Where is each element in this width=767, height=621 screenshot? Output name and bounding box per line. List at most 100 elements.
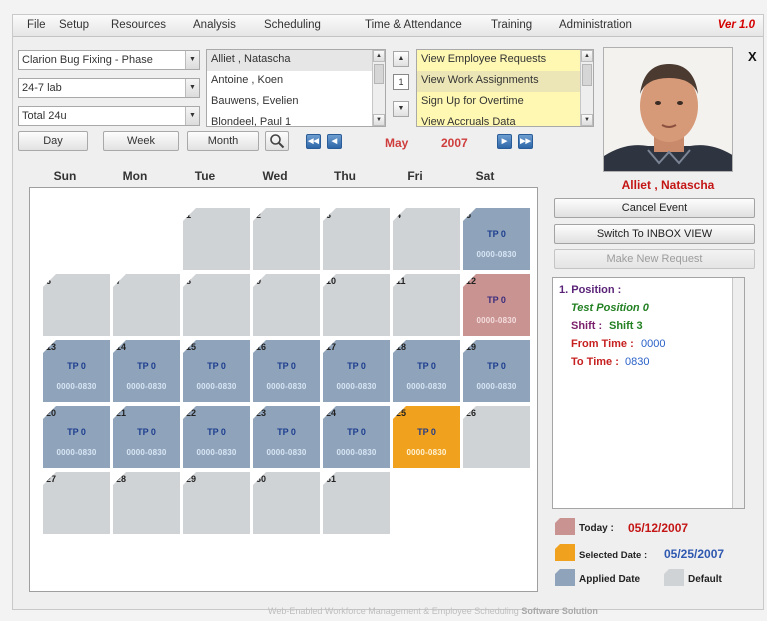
day-number: 29 xyxy=(186,474,197,484)
event-time: 0000-0830 xyxy=(266,448,307,457)
calendar-day-applied[interactable]: 18 TP 0 0000-0830 xyxy=(393,340,460,402)
menu-training[interactable]: Training xyxy=(491,19,532,31)
from-time-label: From Time : xyxy=(571,338,634,350)
action-item-view-requests[interactable]: View Employee Requests xyxy=(417,50,593,71)
calendar-day-applied[interactable]: 21 TP 0 0000-0830 xyxy=(113,406,180,468)
app-window: File Setup Resources Analysis Scheduling… xyxy=(12,14,764,610)
menu-scheduling[interactable]: Scheduling xyxy=(264,19,321,31)
calendar-day-applied[interactable]: 23 TP 0 0000-0830 xyxy=(253,406,320,468)
menu-time-attendance[interactable]: Time & Attendance xyxy=(365,19,462,31)
calendar-day-applied[interactable]: 15 TP 0 0000-0830 xyxy=(183,340,250,402)
search-button[interactable] xyxy=(265,131,289,151)
detail-scrollbar[interactable] xyxy=(732,278,744,508)
event-code: TP 0 xyxy=(207,361,226,371)
calendar-day[interactable]: 8 xyxy=(183,274,250,336)
scroll-up-icon[interactable]: ▲ xyxy=(581,50,593,62)
menu-administration[interactable]: Administration xyxy=(559,19,632,31)
project-select[interactable]: Clarion Bug Fixing - Phase ▼ xyxy=(18,50,200,70)
day-number: 4 xyxy=(396,210,402,220)
employee-list-item[interactable]: Alliet , Natascha xyxy=(207,50,385,71)
calendar-day[interactable]: 7 xyxy=(113,274,180,336)
prev-year-button[interactable]: ◀◀ xyxy=(306,134,321,149)
scroll-thumb[interactable] xyxy=(374,64,384,84)
legend-today-swatch xyxy=(555,518,575,535)
day-number: 7 xyxy=(116,276,122,286)
close-icon[interactable]: X xyxy=(748,49,757,64)
calendar-day-applied[interactable]: 17 TP 0 0000-0830 xyxy=(323,340,390,402)
next-month-button[interactable]: ▶ xyxy=(497,134,512,149)
shift-group-select[interactable]: Total 24u ▼ xyxy=(18,106,200,126)
menu-file[interactable]: File xyxy=(27,19,46,31)
spinner-value[interactable]: 1 xyxy=(393,74,409,90)
calendar-day[interactable]: 3 xyxy=(323,208,390,270)
chevron-down-icon[interactable]: ▼ xyxy=(185,51,199,69)
calendar-day-selected[interactable]: 25 TP 0 0000-0830 xyxy=(393,406,460,468)
cancel-event-button[interactable]: Cancel Event xyxy=(554,198,755,218)
event-code: TP 0 xyxy=(67,427,86,437)
calendar-day-applied[interactable]: 14 TP 0 0000-0830 xyxy=(113,340,180,402)
calendar-day[interactable]: 30 xyxy=(253,472,320,534)
day-number: 22 xyxy=(186,408,197,418)
calendar-day[interactable]: 9 xyxy=(253,274,320,336)
calendar-day-applied[interactable]: 16 TP 0 0000-0830 xyxy=(253,340,320,402)
employee-list-item[interactable]: Blondeel, Paul 1 xyxy=(207,113,385,126)
scroll-thumb[interactable] xyxy=(582,64,592,86)
month-calendar: 1 2 3 4 5 TP 0 0000-0830 6 7 8 9 10 11 12 TP 0 0000-083… xyxy=(29,187,538,592)
calendar-day-applied[interactable]: 24 TP 0 0000-0830 xyxy=(323,406,390,468)
event-code: TP 0 xyxy=(487,295,506,305)
calendar-day-applied[interactable]: 22 TP 0 0000-0830 xyxy=(183,406,250,468)
scroll-down-icon[interactable]: ▼ xyxy=(373,114,385,126)
calendar-day[interactable]: 6 xyxy=(43,274,110,336)
calendar-day-today[interactable]: 12 TP 0 0000-0830 xyxy=(463,274,530,336)
weekday-label: Fri xyxy=(407,169,423,183)
make-new-request-button[interactable]: Make New Request xyxy=(554,249,755,269)
event-time: 0000-0830 xyxy=(266,382,307,391)
spin-up-button[interactable]: ▲ xyxy=(393,51,409,67)
event-time: 0000-0830 xyxy=(476,316,517,325)
calendar-day[interactable]: 4 xyxy=(393,208,460,270)
calendar-day-applied[interactable]: 13 TP 0 0000-0830 xyxy=(43,340,110,402)
actions-list-scrollbar[interactable]: ▲ ▼ xyxy=(580,50,593,126)
calendar-day-applied[interactable]: 20 TP 0 0000-0830 xyxy=(43,406,110,468)
calendar-day[interactable]: 27 xyxy=(43,472,110,534)
next-year-button[interactable]: ▶▶ xyxy=(518,134,533,149)
chevron-down-icon[interactable]: ▼ xyxy=(185,107,199,125)
calendar-day[interactable]: 26 xyxy=(463,406,530,468)
switch-inbox-view-button[interactable]: Switch To INBOX VIEW xyxy=(554,224,755,244)
menu-setup[interactable]: Setup xyxy=(59,19,89,31)
project-select-value: Clarion Bug Fixing - Phase xyxy=(22,54,153,66)
prev-month-button[interactable]: ◀ xyxy=(327,134,342,149)
calendar-day[interactable]: 28 xyxy=(113,472,180,534)
legend-applied-swatch xyxy=(555,569,575,586)
chevron-down-icon[interactable]: ▼ xyxy=(185,79,199,97)
week-view-button[interactable]: Week xyxy=(103,131,179,151)
day-view-button[interactable]: Day xyxy=(18,131,88,151)
weekday-label: Tue xyxy=(194,169,216,183)
calendar-day[interactable]: 31 xyxy=(323,472,390,534)
employee-list-item[interactable]: Bauwens, Evelien xyxy=(207,92,385,113)
actions-list[interactable]: View Employee Requests View Work Assignm… xyxy=(416,49,594,127)
calendar-day-applied[interactable]: 19 TP 0 0000-0830 xyxy=(463,340,530,402)
calendar-day[interactable]: 11 xyxy=(393,274,460,336)
calendar-day[interactable]: 1 xyxy=(183,208,250,270)
scroll-up-icon[interactable]: ▲ xyxy=(373,50,385,62)
employee-list-scrollbar[interactable]: ▲ ▼ xyxy=(372,50,385,126)
month-view-button[interactable]: Month xyxy=(187,131,259,151)
employee-list[interactable]: Alliet , Natascha Antoine , Koen Bauwens… xyxy=(206,49,386,127)
event-code: TP 0 xyxy=(347,427,366,437)
month-label: May xyxy=(385,136,409,150)
scroll-down-icon[interactable]: ▼ xyxy=(581,114,593,126)
action-item-overtime[interactable]: Sign Up for Overtime xyxy=(417,92,593,113)
calendar-day[interactable]: 10 xyxy=(323,274,390,336)
location-select[interactable]: 24-7 lab ▼ xyxy=(18,78,200,98)
menu-analysis[interactable]: Analysis xyxy=(193,19,236,31)
employee-list-item[interactable]: Antoine , Koen xyxy=(207,71,385,92)
calendar-day[interactable]: 2 xyxy=(253,208,320,270)
calendar-day[interactable]: 29 xyxy=(183,472,250,534)
action-item-view-assignments[interactable]: View Work Assignments xyxy=(417,71,593,92)
calendar-day-applied[interactable]: 5 TP 0 0000-0830 xyxy=(463,208,530,270)
action-item-accruals[interactable]: View Accruals Data xyxy=(417,113,593,126)
spin-down-button[interactable]: ▼ xyxy=(393,101,409,117)
event-time: 0000-0830 xyxy=(196,448,237,457)
menu-resources[interactable]: Resources xyxy=(111,19,166,31)
